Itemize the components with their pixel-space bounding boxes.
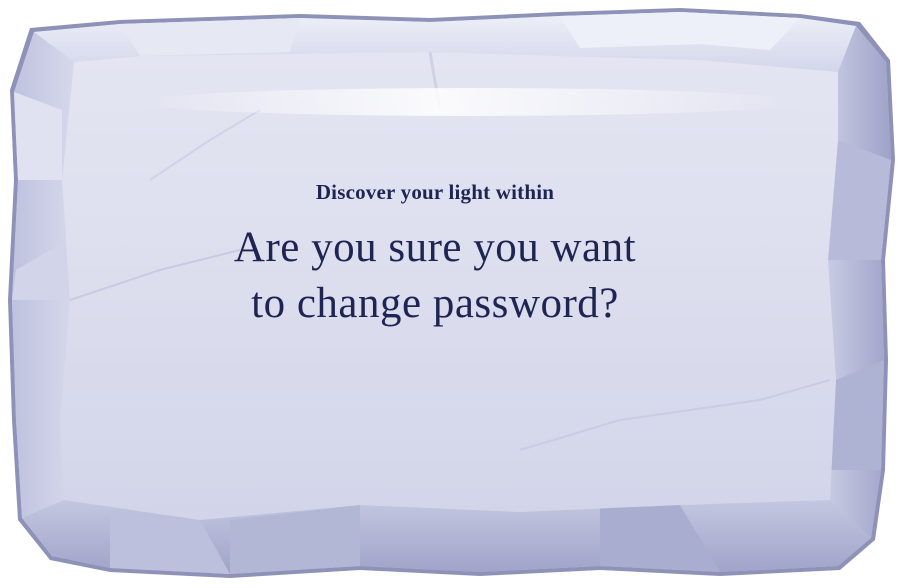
rim-facet-right-2 — [828, 140, 891, 260]
rim-facet-top-2 — [560, 12, 800, 50]
stone-highlight — [140, 88, 800, 116]
stone-tablet-panel — [8, 8, 895, 578]
stone-face — [60, 52, 838, 520]
rim-facet-top-3 — [120, 18, 300, 56]
